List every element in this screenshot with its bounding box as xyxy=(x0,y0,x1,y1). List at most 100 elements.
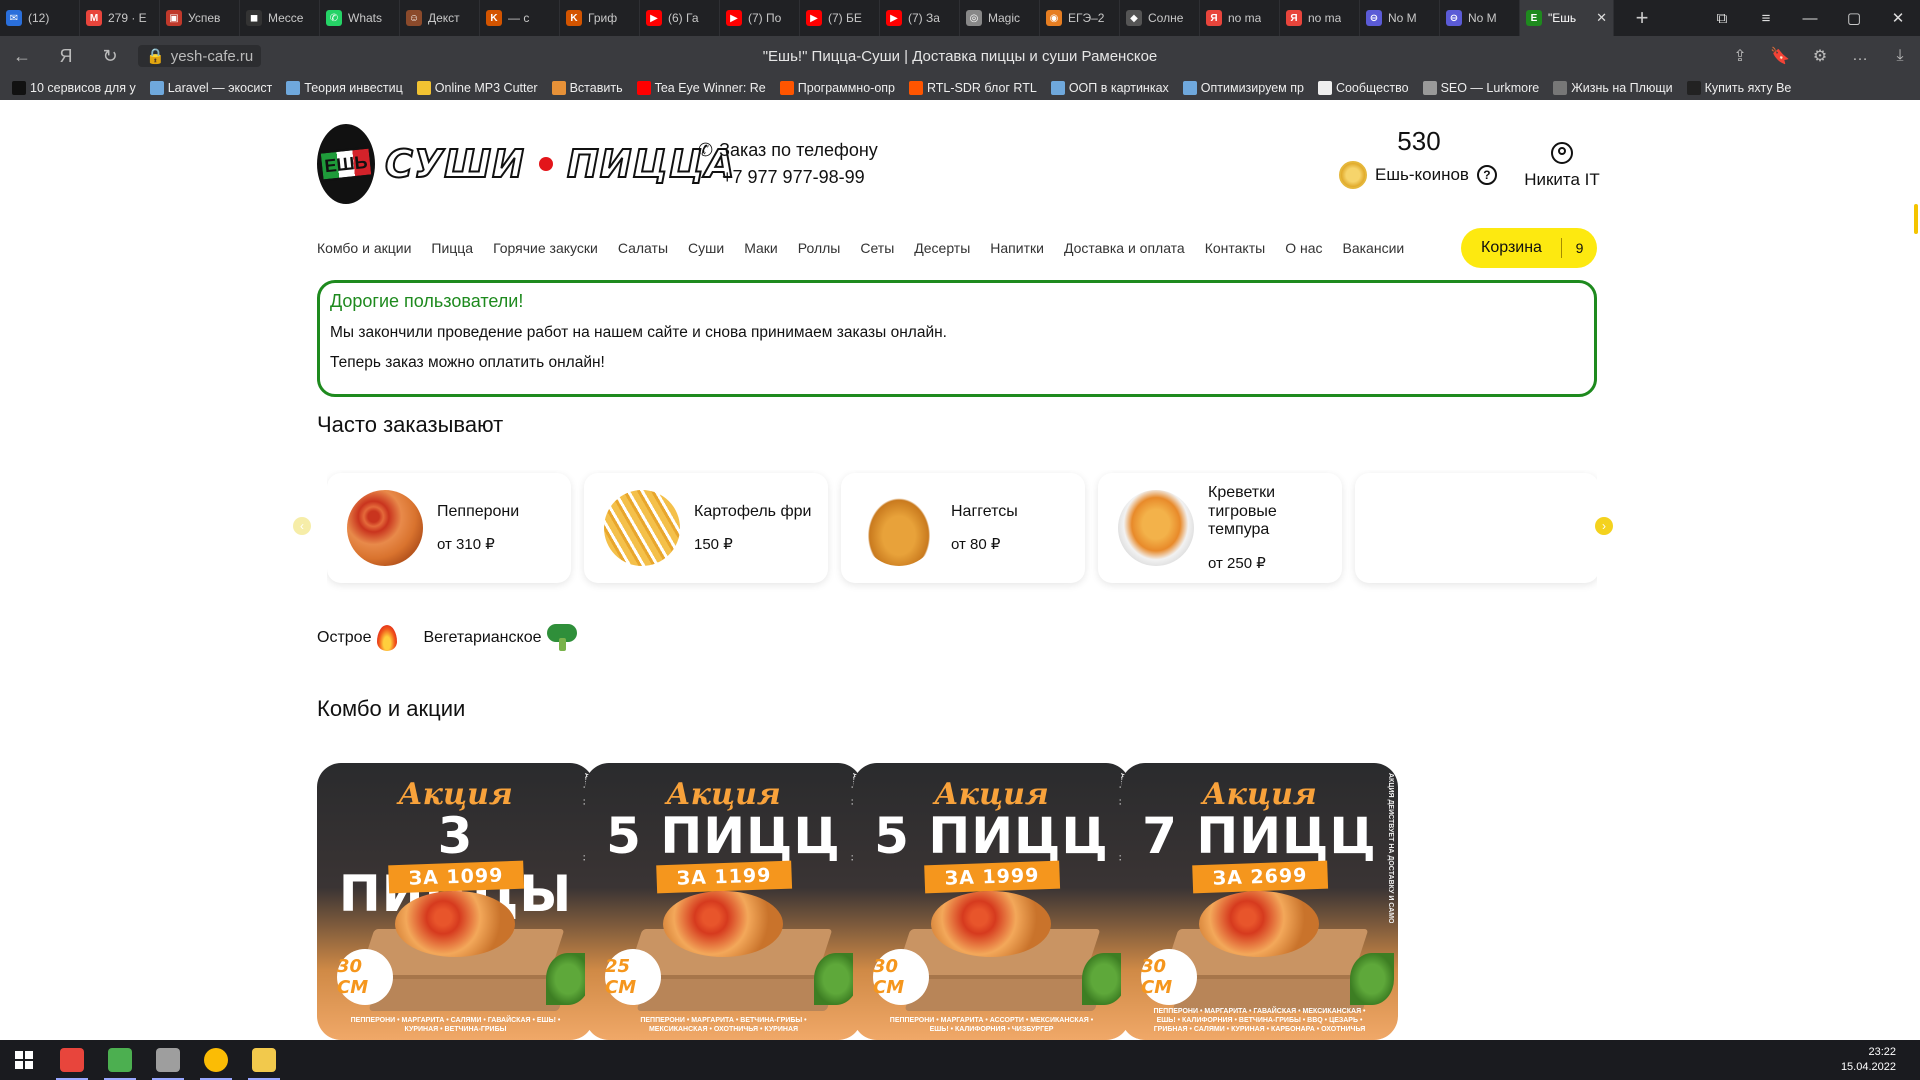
menu-item[interactable]: Контакты xyxy=(1205,240,1265,256)
browser-tab[interactable]: ◆ Солне xyxy=(1120,0,1200,36)
browser-tab[interactable]: M 279 · E xyxy=(80,0,160,36)
carousel-prev-button[interactable]: ‹ xyxy=(293,517,311,535)
browser-tab[interactable]: ◉ ЕГЭ–2 xyxy=(1040,0,1120,36)
bookmark-icon[interactable]: 🔖 xyxy=(1760,46,1800,66)
menu-item[interactable]: Суши xyxy=(688,240,724,256)
product-card[interactable] xyxy=(1355,473,1597,583)
notice-line-2: Теперь заказ можно оплатить онлайн! xyxy=(330,354,605,371)
clock[interactable]: 23:22 15.04.2022 xyxy=(1841,1045,1896,1076)
more-icon[interactable]: … xyxy=(1840,46,1880,66)
menu-item[interactable]: Вакансии xyxy=(1343,240,1405,256)
menu-item[interactable]: Напитки xyxy=(990,240,1044,256)
browser-tab[interactable]: ▶ (7) БЕ xyxy=(800,0,880,36)
bookmark-item[interactable]: Сообщество xyxy=(1317,81,1409,95)
coins-block[interactable]: 530 Ешь-коинов ? xyxy=(1339,126,1499,189)
menu-item[interactable]: Салаты xyxy=(618,240,668,256)
product-card[interactable]: Креветки тигровые темпура от 250 ₽ xyxy=(1098,473,1342,583)
back-icon[interactable]: ← xyxy=(0,36,44,76)
logo-badge-text: ЕШЬ xyxy=(318,146,374,182)
yandex-icon[interactable]: Я xyxy=(44,36,88,76)
bookmark-item[interactable]: SEO — Lurkmore xyxy=(1422,81,1539,95)
phone-block[interactable]: ✆ Заказ по телефону +7 977 977-98-99 xyxy=(698,140,878,188)
product-card[interactable]: Картофель фри 150 ₽ xyxy=(584,473,828,583)
menu-item[interactable]: Комбо и акции xyxy=(317,240,411,256)
taskbar-app-chrome[interactable] xyxy=(192,1040,240,1080)
minimize-button[interactable]: — xyxy=(1788,0,1832,36)
browser-tab[interactable]: Яno ma xyxy=(1200,0,1280,36)
tab-favicon-icon: ▶ xyxy=(646,10,662,26)
url-field[interactable]: 🔒 yesh-cafe.ru xyxy=(138,45,262,67)
browser-tab[interactable]: ▣ Успев xyxy=(160,0,240,36)
menu-item[interactable]: Десерты xyxy=(914,240,970,256)
maximize-button[interactable]: ▢ xyxy=(1832,0,1876,36)
browser-tab[interactable]: ✆ Whats xyxy=(320,0,400,36)
bookmark-favicon-icon xyxy=(779,81,794,95)
bookmark-item[interactable]: RTL-SDR блог RTL xyxy=(909,81,1037,95)
menu-item[interactable]: О нас xyxy=(1285,240,1322,256)
menu-item[interactable]: Сеты xyxy=(860,240,894,256)
bookmark-item[interactable]: Оптимизируем пр xyxy=(1182,81,1304,95)
scrollbar-thumb[interactable] xyxy=(1914,204,1918,234)
promo-banner[interactable]: Акция5 ПИЦЦЗА 199930 СМАКЦИЯ ДЕЙСТВУЕТ Н… xyxy=(853,763,1130,1040)
share-icon[interactable]: ⇪ xyxy=(1720,46,1760,66)
filter-spicy[interactable]: Острое xyxy=(317,625,398,651)
browser-tab[interactable]: ✉ (12) xyxy=(0,0,80,36)
tabs-list-icon[interactable]: ⧉ xyxy=(1700,0,1744,36)
product-card[interactable]: Наггетсы от 80 ₽ xyxy=(841,473,1085,583)
site-logo[interactable]: ЕШЬ СУШИ ПИЦЦА xyxy=(317,124,735,204)
menu-item[interactable]: Роллы xyxy=(798,240,841,256)
menu-item[interactable]: Пицца xyxy=(431,240,473,256)
taskbar-app-app-green[interactable] xyxy=(96,1040,144,1080)
bookmark-item[interactable]: Laravel — экосист xyxy=(149,81,272,95)
tab-title: No M xyxy=(1388,11,1417,25)
bookmark-item[interactable]: ООП в картинках xyxy=(1050,81,1169,95)
tab-title: Magic xyxy=(988,11,1021,25)
bookmark-item[interactable]: Tea Eye Winner: Re xyxy=(636,81,766,95)
bookmark-item[interactable]: Программно-опр xyxy=(779,81,895,95)
menu-item[interactable]: Доставка и оплата xyxy=(1064,240,1185,256)
menu-item[interactable]: Горячие закуски xyxy=(493,240,598,256)
promo-banner[interactable]: Акция 7 ПИЦЦ ЗА 2699 30 СМ АКЦИЯ ДЕЙСТВУЕТ Н… xyxy=(1121,763,1398,1040)
help-icon[interactable]: ? xyxy=(1476,165,1497,185)
bookmark-item[interactable]: Купить яхту Be xyxy=(1686,81,1791,95)
carousel-next-button[interactable]: › xyxy=(1595,517,1613,535)
taskbar-app-app-gray[interactable] xyxy=(144,1040,192,1080)
browser-tab[interactable]: K — с xyxy=(480,0,560,36)
phone-number[interactable]: +7 977 977-98-99 xyxy=(722,167,878,188)
extensions-icon[interactable]: ⚙ xyxy=(1800,46,1840,66)
browser-tab[interactable]: ⊖ No M xyxy=(1360,0,1440,36)
browser-tab[interactable]: Яno ma xyxy=(1280,0,1360,36)
browser-tab[interactable]: ☺ Декст xyxy=(400,0,480,36)
bookmark-item[interactable]: Вставить xyxy=(551,81,623,95)
bookmark-item[interactable]: Жизнь на Плющи xyxy=(1553,81,1673,95)
reload-icon[interactable]: ↻ xyxy=(88,36,132,76)
browser-tab[interactable]: ▶ (7) За xyxy=(880,0,960,36)
browser-tab[interactable]: ◼ Мессе xyxy=(240,0,320,36)
product-card[interactable]: Пепперони от 310 ₽ xyxy=(327,473,571,583)
taskbar-app-yandex-browser[interactable] xyxy=(48,1040,96,1080)
bookmark-item[interactable]: 10 сервисов для у xyxy=(12,81,136,95)
menu-icon[interactable]: ≡ xyxy=(1744,0,1788,36)
cart-button[interactable]: Корзина 9 xyxy=(1461,228,1597,268)
promo-banner[interactable]: Акция5 ПИЦЦЗА 119925 СМАКЦИЯ ДЕЙСТВУЕТ Н… xyxy=(585,763,862,1040)
tab-favicon-icon: K xyxy=(566,10,582,26)
browser-tab[interactable]: ◎ Magic xyxy=(960,0,1040,36)
close-tab-icon[interactable]: ✕ xyxy=(1596,10,1607,26)
browser-tab[interactable]: ▶ (6) Га xyxy=(640,0,720,36)
promo-banner[interactable]: Акция3 ПИЦЦЫЗА 109930 СМАКЦИЯ ДЕЙСТВУЕТ … xyxy=(317,763,594,1040)
bookmark-item[interactable]: Online MP3 Cutter xyxy=(416,81,538,95)
menu-item[interactable]: Маки xyxy=(744,240,778,256)
bookmark-item[interactable]: Теория инвестиц xyxy=(286,81,403,95)
phone-label: Заказ по телефону xyxy=(719,140,878,160)
user-account[interactable]: Никита IT xyxy=(1517,142,1607,190)
close-window-button[interactable]: ✕ xyxy=(1876,0,1920,36)
new-tab-button[interactable]: + xyxy=(1624,0,1660,36)
browser-tab[interactable]: ⊖ No M xyxy=(1440,0,1520,36)
browser-tab[interactable]: Е "Ешь ✕ xyxy=(1520,0,1614,36)
browser-tab[interactable]: ▶ (7) По xyxy=(720,0,800,36)
filter-vegetarian[interactable]: Вегетарианское xyxy=(423,624,578,652)
browser-tab[interactable]: K Гриф xyxy=(560,0,640,36)
taskbar-app-file-explorer[interactable] xyxy=(240,1040,288,1080)
start-button[interactable] xyxy=(0,1040,48,1080)
download-icon[interactable]: ⤓ xyxy=(1880,46,1920,66)
